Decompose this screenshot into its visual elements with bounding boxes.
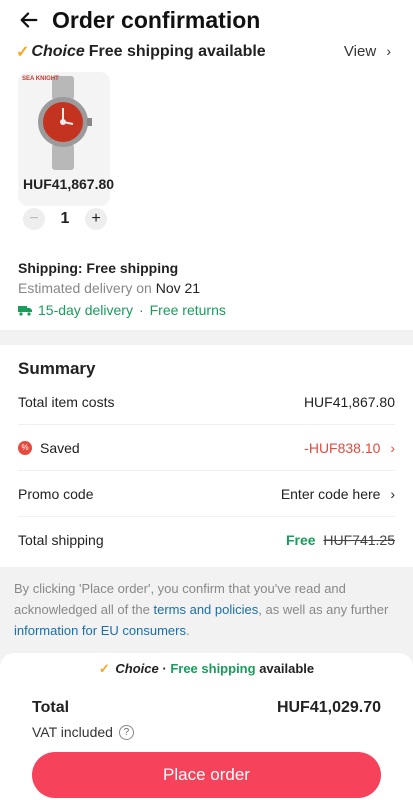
row-label: Total item costs xyxy=(18,393,115,410)
terms-link[interactable]: terms and policies xyxy=(153,602,258,617)
choice-check-icon: ✓ xyxy=(98,661,110,676)
vat-label: VAT included xyxy=(32,724,113,740)
item-price: HUF41,867.80 xyxy=(23,176,115,192)
separator-dot: · xyxy=(138,302,144,318)
quantity-value: 1 xyxy=(60,210,70,227)
summary-card: Summary Total item costs HUF41,867.80 % … xyxy=(0,345,413,567)
checkout-bar: ✓ Choice · Free shipping available Total… xyxy=(0,653,413,800)
saved-icon: % xyxy=(18,440,32,455)
estimated-label: Estimated delivery on xyxy=(18,280,152,296)
row-value: Free xyxy=(285,532,316,548)
row-label: Total shipping xyxy=(18,532,104,548)
choice-banner: ✓ Choice · Free shipping available xyxy=(0,661,413,677)
chevron-right-icon: › xyxy=(386,43,391,59)
choice-badge: Choice xyxy=(31,43,85,60)
watch-image xyxy=(38,76,92,170)
legal-text: By clicking 'Place order', you confirm t… xyxy=(14,578,399,641)
saved-label-group: % Saved xyxy=(18,440,80,456)
brand-label: SEA KNIGHT xyxy=(22,76,59,82)
plus-icon[interactable]: + xyxy=(85,208,107,230)
choice-shipping-row: ✓ Choice Free shipping available xyxy=(16,40,396,64)
promo-value-group: Enter code here › xyxy=(281,486,395,502)
delivery-days: 15-day delivery xyxy=(38,302,133,318)
choice-check-icon: ✓ xyxy=(16,44,30,61)
saved-value-group: -HUF838.10 › xyxy=(304,440,395,456)
row-value: HUF41,867.80 xyxy=(303,393,395,410)
total-label: Total xyxy=(32,699,70,716)
delivery-info: 15-day delivery · Free returns xyxy=(18,302,226,318)
quantity-stepper: − 1 + xyxy=(23,208,107,230)
row-total-item-costs: Total item costs HUF41,867.80 xyxy=(18,379,395,425)
free-shipping: Free shipping xyxy=(170,661,256,676)
free-returns[interactable]: Free returns xyxy=(150,302,226,318)
legal-text-part: . xyxy=(185,623,190,638)
shipping-title: Shipping: Free shipping xyxy=(18,260,179,276)
place-order-button[interactable]: Place order xyxy=(32,752,381,798)
eu-info-link[interactable]: information for EU consumers xyxy=(14,623,186,638)
row-total-shipping: Total shipping Free HUF741.25 xyxy=(18,517,395,563)
row-value: -HUF838.10 xyxy=(304,439,381,456)
original-shipping: HUF741.25 xyxy=(323,532,395,548)
summary-title: Summary xyxy=(18,359,96,378)
row-label: Saved xyxy=(40,439,80,456)
estimated-delivery: Estimated delivery on Nov 21 xyxy=(18,280,200,296)
shipping-value-group: Free HUF741.25 xyxy=(286,532,395,548)
total-value: HUF41,029.70 xyxy=(276,699,381,716)
free-shipping-note: Free shipping available xyxy=(88,43,266,60)
view-label: View xyxy=(343,43,377,60)
chevron-right-icon: › xyxy=(390,439,395,456)
row-saved[interactable]: % Saved -HUF838.10 › xyxy=(18,425,395,471)
truck-icon xyxy=(18,305,32,316)
page-title: Order confirmation xyxy=(52,6,261,33)
minus-icon[interactable]: − xyxy=(23,208,45,230)
question-icon[interactable]: ? xyxy=(118,724,134,740)
chevron-right-icon: › xyxy=(390,485,395,502)
legal-text-part: , as well as any further xyxy=(258,602,389,617)
view-link[interactable]: View › xyxy=(344,43,391,60)
promo-input[interactable]: Enter code here xyxy=(281,486,381,502)
estimated-date: Nov 21 xyxy=(155,280,201,296)
row-promo-code[interactable]: Promo code Enter code here › xyxy=(18,471,395,517)
vat-info: VAT included ? xyxy=(32,724,134,740)
available-text: available xyxy=(259,661,315,676)
choice-badge: Choice xyxy=(115,661,159,676)
back-arrow-icon[interactable] xyxy=(18,9,40,31)
product-card: ✓ Choice Free shipping available View › … xyxy=(0,40,413,330)
header: Order confirmation xyxy=(0,0,413,40)
row-label: Promo code xyxy=(18,485,94,502)
